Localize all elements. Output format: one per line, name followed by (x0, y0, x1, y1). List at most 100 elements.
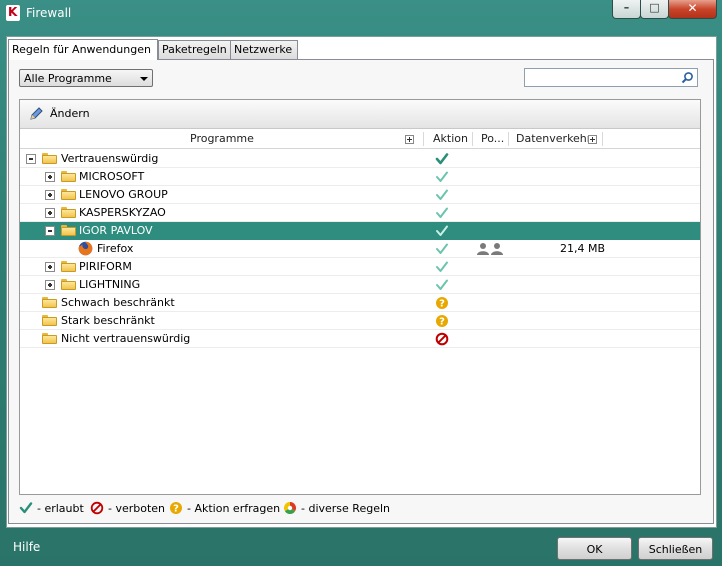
folder-icon (42, 333, 57, 344)
pencil-icon (30, 107, 43, 120)
collapse-icon[interactable] (26, 154, 36, 164)
allow-check-icon[interactable] (435, 242, 449, 256)
program-filter-value: Alle Programme (24, 72, 112, 85)
list-item[interactable]: Stark beschränkt ? (20, 312, 700, 330)
firewall-window: Firewall – □ ✕ Regeln für Anwendungen Pa… (0, 0, 722, 566)
list-item[interactable]: PIRIFORM (20, 258, 700, 276)
search-icon[interactable] (681, 71, 694, 84)
kaspersky-logo-icon (6, 5, 20, 21)
group-label: Vertrauenswürdig (61, 152, 159, 165)
close-icon: ✕ (687, 1, 698, 15)
help-link[interactable]: Hilfe (13, 540, 40, 554)
folder-icon (61, 261, 76, 272)
folder-icon (61, 189, 76, 200)
allow-check-icon[interactable] (435, 278, 449, 292)
deny-icon[interactable] (435, 332, 449, 346)
folder-icon (61, 279, 76, 290)
list-item[interactable]: LENOVO GROUP (20, 186, 700, 204)
list-item[interactable]: Vertrauenswürdig (20, 150, 700, 168)
allow-check-icon[interactable] (435, 206, 449, 220)
program-filter-select[interactable]: Alle Programme (19, 69, 153, 87)
list-item[interactable]: Nicht vertrauenswürdig (20, 330, 700, 348)
various-rules-icon (283, 502, 297, 515)
list-item[interactable]: Firefox 21,4 MB (20, 240, 700, 258)
ask-question-icon[interactable]: ? (435, 296, 449, 310)
list-item[interactable]: KASPERSKYZAO (20, 204, 700, 222)
column-header-action[interactable]: Aktion (433, 130, 468, 148)
expand-icon[interactable] (45, 262, 55, 272)
folder-icon (42, 153, 57, 164)
expand-icon[interactable] (45, 208, 55, 218)
vendor-label: IGOR PAVLOV (79, 224, 153, 237)
folder-icon (61, 171, 76, 182)
chevron-down-icon (140, 77, 148, 81)
list-item[interactable]: LIGHTNING (20, 276, 700, 294)
legend-various-label: - diverse Regeln (301, 502, 390, 515)
collapse-icon[interactable] (45, 226, 55, 236)
folder-icon (42, 297, 57, 308)
vendor-label: PIRIFORM (79, 260, 132, 273)
legend-denied-label: - verboten (108, 502, 166, 515)
list-toolbar: Ändern (20, 100, 700, 129)
allow-check-icon[interactable] (435, 152, 449, 166)
deny-icon (90, 501, 104, 515)
minimize-icon: – (623, 1, 630, 14)
vendor-label: LENOVO GROUP (79, 188, 168, 201)
legend-ask-label: - Aktion erfragen (187, 502, 281, 515)
expand-icon[interactable] (45, 280, 55, 290)
ok-button[interactable]: OK (557, 537, 632, 560)
column-divider (508, 132, 509, 146)
list-header: Programme Aktion Po... Datenverkehr (20, 130, 700, 149)
tab-application-rules[interactable]: Regeln für Anwendungen (8, 39, 158, 60)
svg-text:?: ? (173, 504, 179, 515)
column-divider (423, 132, 424, 146)
network-users-icon (477, 243, 503, 255)
vendor-label: LIGHTNING (79, 278, 141, 291)
folder-icon (42, 315, 57, 326)
column-header-ports[interactable]: Po... (481, 130, 504, 148)
maximize-button[interactable]: □ (640, 0, 669, 19)
group-label: Schwach beschränkt (61, 296, 175, 309)
firefox-icon (78, 241, 93, 256)
close-button[interactable]: Schließen (638, 537, 713, 560)
ask-question-icon: ? (170, 502, 182, 515)
list-item[interactable]: MICROSOFT (20, 168, 700, 186)
minimize-button[interactable]: – (612, 0, 641, 19)
vendor-label: KASPERSKYZAO (79, 206, 166, 219)
column-header-traffic[interactable]: Datenverkehr (516, 130, 591, 148)
traffic-value: 21,4 MB (560, 242, 606, 255)
allow-check-icon[interactable] (435, 188, 449, 202)
search-input[interactable] (524, 68, 698, 87)
column-divider (472, 132, 473, 146)
expand-icon[interactable] (45, 190, 55, 200)
allow-check-icon[interactable] (435, 224, 449, 238)
svg-text:?: ? (439, 299, 445, 310)
maximize-icon: □ (649, 1, 660, 14)
edit-button-label: Ändern (50, 107, 90, 120)
app-label: Firefox (97, 242, 134, 255)
ask-question-icon[interactable]: ? (435, 314, 449, 328)
legend-allowed-label: - erlaubt (37, 502, 84, 515)
column-add-icon[interactable] (405, 135, 414, 144)
column-divider (602, 132, 603, 146)
close-window-button[interactable]: ✕ (668, 0, 717, 19)
expand-icon[interactable] (45, 172, 55, 182)
allow-check-icon[interactable] (435, 170, 449, 184)
group-label: Stark beschränkt (61, 314, 155, 327)
svg-text:?: ? (439, 317, 445, 328)
tab-packet-rules[interactable]: Paketregeln (158, 40, 232, 59)
tab-networks[interactable]: Netzwerke (230, 40, 298, 59)
window-title: Firewall (26, 6, 72, 20)
rules-list: Ändern Programme Aktion Po... Datenverke… (19, 99, 701, 495)
column-add-icon[interactable] (588, 135, 597, 144)
group-label: Nicht vertrauenswürdig (61, 332, 191, 345)
folder-icon (61, 225, 76, 236)
vendor-label: MICROSOFT (79, 170, 145, 183)
list-item-selected[interactable]: IGOR PAVLOV (20, 222, 700, 240)
title-bar[interactable]: Firewall – □ ✕ (0, 0, 722, 28)
allow-check-icon[interactable] (435, 260, 449, 274)
column-header-programs[interactable]: Programme (190, 130, 254, 148)
allow-check-icon (19, 502, 33, 514)
list-item[interactable]: Schwach beschränkt ? (20, 294, 700, 312)
folder-icon (61, 207, 76, 218)
